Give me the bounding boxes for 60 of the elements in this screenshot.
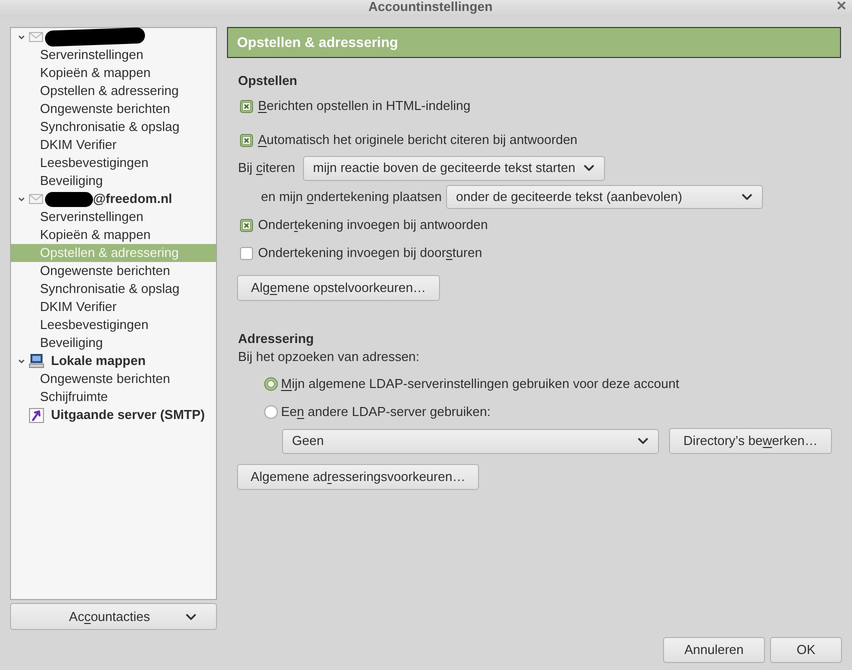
envelope-icon [29, 32, 43, 42]
chevron-down-icon[interactable] [186, 614, 196, 620]
radio-label[interactable]: Mijn algemene LDAP-serverinstellingen gebruiken voor deze account [281, 374, 680, 394]
checkbox-label[interactable]: Automatisch het originele bericht citeren bij antwoorden [258, 130, 578, 150]
checkbox[interactable] [240, 218, 253, 232]
checkbox-label[interactable]: Berichten opstellen in HTML-indeling [258, 96, 470, 116]
page-header: Opstellen & adressering [227, 27, 841, 58]
radio-button[interactable] [264, 405, 278, 419]
dialog-button[interactable]: OK [770, 637, 842, 663]
sidebar-item[interactable]: Ongewenste berichten [11, 370, 216, 388]
sidebar-item[interactable]: Kopieën & mappen [11, 64, 216, 82]
sidebar-item[interactable]: Opstellen & adressering [11, 82, 216, 100]
dialog-button[interactable]: Annuleren [663, 637, 765, 663]
dropdown[interactable]: mijn reactie boven de geciteerde tekst starten [303, 156, 605, 180]
account-name[interactable]: @freedom.nl [93, 190, 172, 208]
sidebar-item[interactable]: DKIM Verifier [11, 298, 216, 316]
addressing-preferences-button[interactable]: Algemene adresseringsvoorkeuren… [237, 464, 479, 490]
sidebar-item[interactable]: Synchronisatie & opslag [11, 280, 216, 298]
envelope-icon [29, 194, 43, 204]
section-heading: Adressering [238, 330, 315, 348]
chevron-down-icon[interactable] [18, 34, 25, 40]
radio-label[interactable]: Een andere LDAP-server gebruiken: [281, 402, 491, 422]
compose-preferences-button[interactable]: Algemene opstelvoorkeuren… [237, 275, 440, 301]
checkbox[interactable] [240, 100, 253, 112]
radio-button[interactable] [264, 377, 278, 391]
sidebar-item[interactable]: Synchronisatie & opslag [11, 118, 216, 136]
chevron-down-icon[interactable] [638, 438, 648, 444]
sidebar-item[interactable]: Serverinstellingen [11, 208, 216, 226]
sidebar-item[interactable]: Ongewenste berichten [11, 100, 216, 118]
arrow-tile-icon [29, 408, 44, 422]
chevron-down-icon[interactable] [742, 194, 752, 200]
sidebar-item[interactable]: Kopieën & mappen [11, 226, 216, 244]
sidebar-item[interactable]: DKIM Verifier [11, 136, 216, 154]
sidebar-item[interactable]: Serverinstellingen [11, 46, 216, 64]
computer-icon [29, 354, 44, 368]
sidebar-item[interactable]: Schijfruimte [11, 388, 216, 406]
chevron-down-icon[interactable] [584, 165, 594, 171]
section-description: Bij het opzoeken van adressen: [238, 348, 420, 366]
sidebar-item[interactable]: Leesbevestigingen [11, 154, 216, 172]
field-label: en mijn ondertekening plaatsen [261, 188, 443, 206]
chevron-down-icon[interactable] [18, 196, 25, 202]
dropdown[interactable]: Geen [282, 428, 659, 454]
account-name[interactable]: Lokale mappen [51, 352, 146, 370]
dropdown[interactable]: onder de geciteerde tekst (aanbevolen) [446, 184, 763, 208]
account-actions-button[interactable]: Accountacties [10, 603, 217, 630]
sidebar-item[interactable]: Beveiliging [11, 334, 216, 352]
section-heading: Opstellen [238, 72, 298, 90]
checkbox[interactable] [240, 134, 253, 146]
edit-directories-button[interactable]: Directory’s bewerken… [669, 428, 832, 454]
window-title: Accountinstellingen [368, 0, 493, 13]
checkbox-label[interactable]: Ondertekening invoegen bij antwoorden [258, 215, 488, 235]
sidebar-item[interactable]: Beveiliging [11, 172, 216, 190]
account-name[interactable]: Uitgaande server (SMTP) [51, 406, 205, 424]
checkbox[interactable] [240, 246, 253, 260]
field-label: Bij citeren [238, 159, 296, 178]
sidebar-item[interactable]: Ongewenste berichten [11, 262, 216, 280]
close-icon[interactable] [836, 1, 846, 10]
chevron-down-icon[interactable] [18, 358, 25, 364]
checkbox-label[interactable]: Ondertekening invoegen bij doorsturen [258, 243, 482, 263]
sidebar-item[interactable]: Leesbevestigingen [11, 316, 216, 334]
